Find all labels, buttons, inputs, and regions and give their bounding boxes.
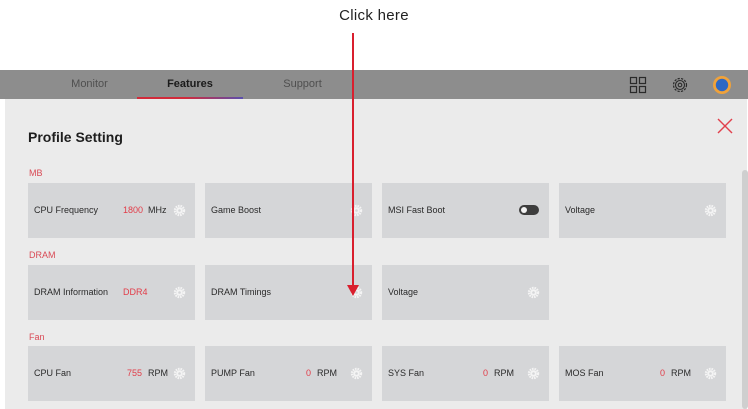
scrollbar[interactable] <box>742 170 748 409</box>
tab-support[interactable]: Support <box>255 70 350 99</box>
pump-fan-value: 0 <box>305 368 311 378</box>
close-icon[interactable] <box>715 116 735 136</box>
settings-gear-icon[interactable] <box>527 286 540 299</box>
card-label: Voltage <box>388 287 419 297</box>
card-dram-voltage[interactable]: Voltage <box>382 265 549 320</box>
settings-gear-icon[interactable] <box>527 367 540 380</box>
annotation-label: Click here <box>339 7 409 24</box>
card-label: SYS Fan <box>388 368 425 378</box>
gear-icon[interactable] <box>670 75 690 95</box>
settings-gear-icon[interactable] <box>173 204 186 217</box>
card-dram-information[interactable]: DRAM Information DDR4 <box>28 265 195 320</box>
settings-gear-icon[interactable] <box>704 204 717 217</box>
card-label: Voltage <box>565 205 596 215</box>
grid-icon[interactable] <box>628 75 648 95</box>
card-label: DRAM Information <box>34 287 109 297</box>
card-sys-fan[interactable]: SYS Fan 0 RPM <box>382 346 549 401</box>
card-label: PUMP Fan <box>211 368 255 378</box>
annotation-pointer-line <box>352 33 354 293</box>
settings-gear-icon[interactable] <box>173 286 186 299</box>
settings-gear-icon[interactable] <box>704 367 717 380</box>
cpu-frequency-unit: MHz <box>148 205 167 215</box>
settings-gear-icon[interactable] <box>350 367 363 380</box>
dram-information-value: DDR4 <box>123 287 148 297</box>
card-label: DRAM Timings <box>211 287 272 297</box>
card-cpu-frequency[interactable]: CPU Frequency 1800 MHz <box>28 183 195 238</box>
cpu-fan-value: 755 <box>126 368 142 378</box>
sys-fan-value: 0 <box>482 368 488 378</box>
card-label: CPU Fan <box>34 368 72 378</box>
sys-fan-unit: RPM <box>494 368 514 378</box>
card-label: MSI Fast Boot <box>388 205 446 215</box>
page-title: Profile Setting <box>28 129 123 145</box>
tab-monitor[interactable]: Monitor <box>42 70 137 99</box>
mos-fan-unit: RPM <box>671 368 691 378</box>
card-label: MOS Fan <box>565 368 604 378</box>
avatar[interactable] <box>712 75 732 95</box>
settings-gear-icon[interactable] <box>173 367 186 380</box>
card-label: CPU Frequency <box>34 205 99 215</box>
section-label-mb: MB <box>29 168 43 178</box>
cpu-frequency-value: 1800 <box>123 205 144 215</box>
cpu-fan-unit: RPM <box>148 368 168 378</box>
card-cpu-fan[interactable]: CPU Fan 755 RPM <box>28 346 195 401</box>
card-pump-fan[interactable]: PUMP Fan 0 RPM <box>205 346 372 401</box>
card-label: Game Boost <box>211 205 262 215</box>
card-msi-fast-boot[interactable]: MSI Fast Boot <box>382 183 549 238</box>
toggle-knob <box>521 207 527 213</box>
card-mb-voltage[interactable]: Voltage <box>559 183 726 238</box>
top-nav-bar: Monitor Features Support <box>0 70 748 99</box>
msi-fast-boot-toggle[interactable] <box>519 205 539 215</box>
section-label-dram: DRAM <box>29 250 56 260</box>
card-mos-fan[interactable]: MOS Fan 0 RPM <box>559 346 726 401</box>
tab-features[interactable]: Features <box>137 70 243 99</box>
section-label-fan: Fan <box>29 332 45 342</box>
card-game-boost[interactable]: Game Boost <box>205 183 372 238</box>
mos-fan-value: 0 <box>659 368 665 378</box>
annotation-arrowhead-icon <box>346 282 360 296</box>
pump-fan-unit: RPM <box>317 368 337 378</box>
